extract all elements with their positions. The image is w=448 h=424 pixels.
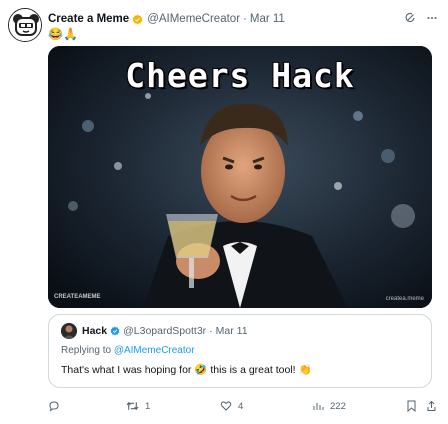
share-icon bbox=[427, 400, 436, 411]
views-button[interactable]: 222 bbox=[312, 400, 406, 412]
views-chart-icon bbox=[313, 403, 324, 410]
repost-icon bbox=[126, 401, 139, 411]
share-button[interactable] bbox=[426, 400, 440, 412]
like-count: 4 bbox=[238, 400, 244, 412]
quoted-text-part-2: this is a great tool! bbox=[210, 364, 296, 376]
author-handle[interactable]: @AIMemeCreator bbox=[147, 13, 240, 25]
quoted-post-text: That's what I was hoping for 🤣 this is a… bbox=[61, 363, 419, 376]
reply-button[interactable] bbox=[48, 400, 126, 412]
post-header: Create a Meme @AIMemeCreator · Mar 11 bbox=[48, 10, 438, 28]
rofl-emoji: 🤣 bbox=[194, 364, 208, 376]
replying-to-line: Replying to @AIMemeCreator bbox=[61, 345, 419, 356]
author-avatar[interactable] bbox=[8, 8, 42, 42]
panda-logo-icon bbox=[9, 9, 41, 41]
quoted-post[interactable]: Hack @L3opardSpott3r · Mar 11 Replying t… bbox=[48, 314, 432, 388]
post-text: 😂🙏 bbox=[48, 27, 78, 41]
post-date[interactable]: Mar 11 bbox=[250, 13, 285, 25]
quoted-author-avatar[interactable] bbox=[61, 323, 77, 339]
author-name[interactable]: Create a Meme bbox=[48, 13, 129, 25]
bookmark-button[interactable] bbox=[406, 400, 426, 412]
reply-icon bbox=[49, 401, 59, 412]
post-media-image[interactable]: Cheers Hack CREATEAMEME createa.meme bbox=[48, 46, 432, 308]
quoted-separator: · bbox=[209, 325, 213, 337]
header-separator: · bbox=[243, 13, 247, 25]
quoted-post-header: Hack @L3opardSpott3r · Mar 11 bbox=[61, 323, 419, 339]
watermark-left: CREATEAMEME bbox=[54, 294, 101, 300]
more-options-icon[interactable] bbox=[426, 12, 438, 27]
action-bar: 1 4 222 bbox=[48, 396, 440, 416]
quoted-text-part-1: That's what I was hoping for bbox=[61, 364, 192, 376]
replying-to-handle[interactable]: @AIMemeCreator bbox=[114, 345, 195, 356]
quoted-verified-badge-icon[interactable] bbox=[110, 326, 120, 336]
quoted-author-name[interactable]: Hack bbox=[82, 325, 107, 337]
like-button[interactable]: 4 bbox=[220, 400, 312, 412]
verified-badge-icon[interactable] bbox=[132, 14, 143, 25]
replying-prefix: Replying to bbox=[61, 345, 112, 356]
quoted-date[interactable]: Mar 11 bbox=[216, 325, 248, 337]
watermark-right: createa.meme bbox=[385, 296, 424, 302]
grok-icon[interactable] bbox=[404, 12, 416, 27]
heart-icon bbox=[220, 401, 232, 411]
repost-count: 1 bbox=[145, 400, 151, 412]
clap-emoji: 👏 bbox=[298, 364, 312, 376]
repost-button[interactable]: 1 bbox=[126, 400, 220, 412]
quoted-author-handle[interactable]: @L3opardSpott3r bbox=[123, 325, 206, 337]
views-count: 222 bbox=[330, 400, 346, 412]
bookmark-icon bbox=[407, 400, 416, 412]
meme-caption: Cheers Hack bbox=[125, 56, 355, 95]
